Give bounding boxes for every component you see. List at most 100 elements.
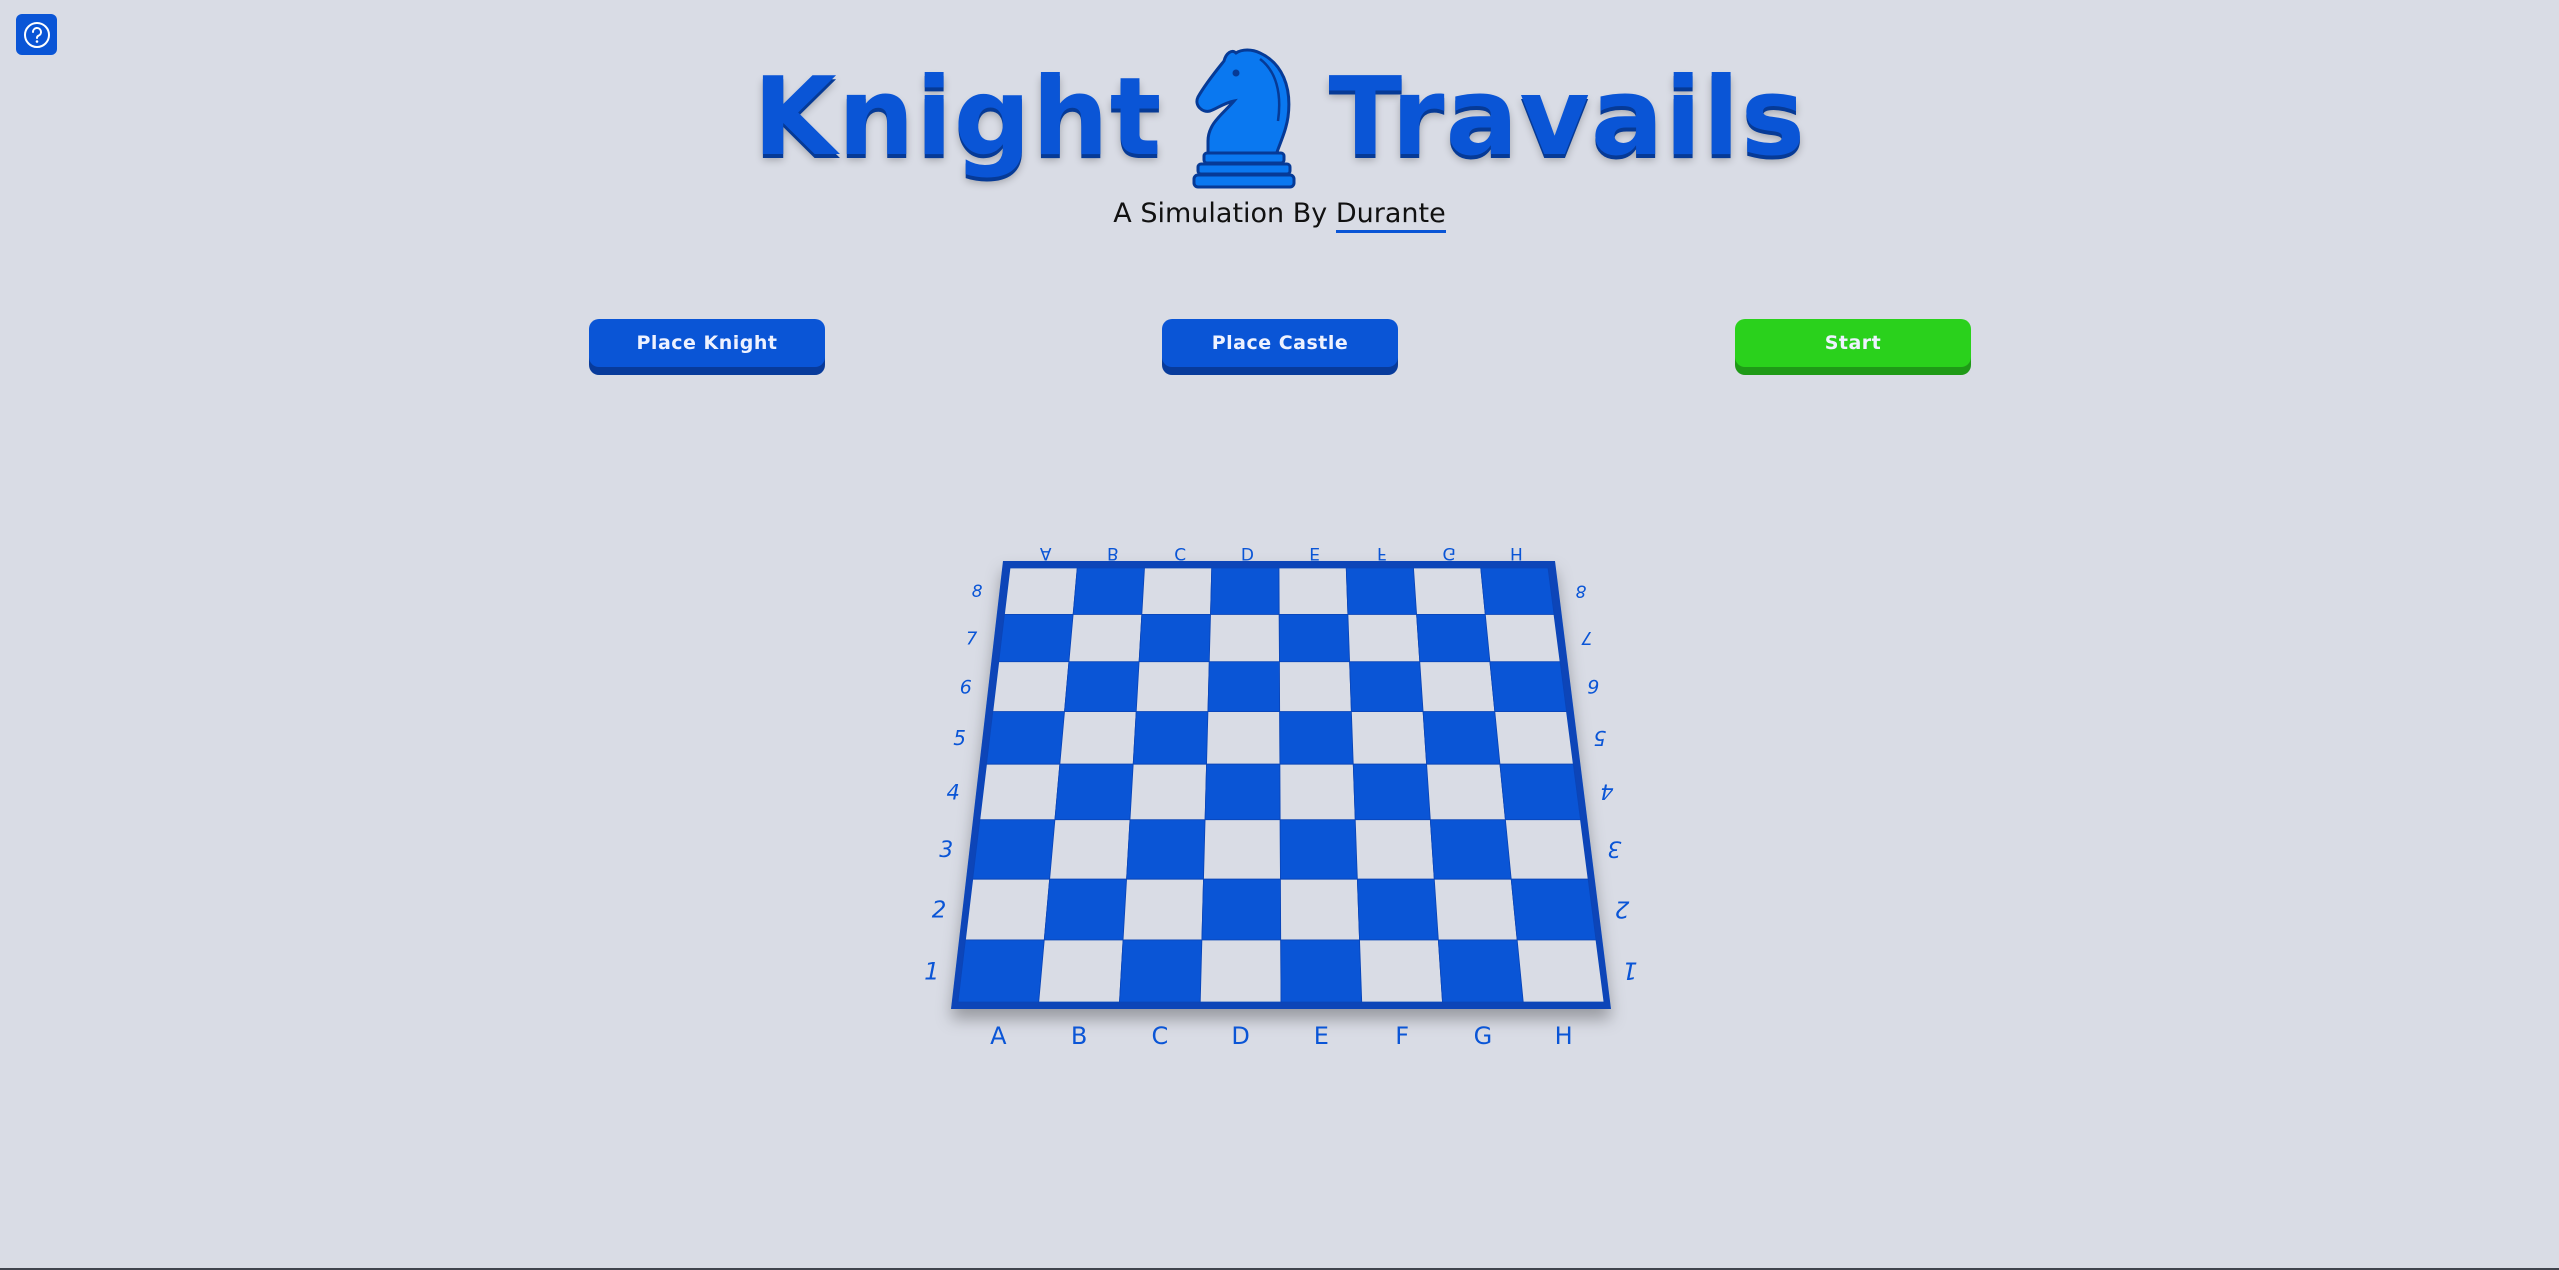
square-b4[interactable] bbox=[1054, 763, 1134, 821]
square-b7[interactable] bbox=[1068, 614, 1143, 663]
square-f8[interactable] bbox=[1345, 567, 1418, 615]
square-f4[interactable] bbox=[1352, 763, 1431, 821]
square-g6[interactable] bbox=[1419, 661, 1496, 713]
square-a4[interactable] bbox=[979, 763, 1061, 821]
square-g2[interactable] bbox=[1433, 878, 1518, 941]
square-f3[interactable] bbox=[1354, 819, 1435, 880]
square-f6[interactable] bbox=[1349, 661, 1424, 713]
title-knight: Knight bbox=[753, 55, 1163, 180]
square-d4[interactable] bbox=[1204, 763, 1281, 821]
square-c5[interactable] bbox=[1132, 711, 1209, 765]
square-g1[interactable] bbox=[1437, 939, 1524, 1003]
square-d6[interactable] bbox=[1207, 661, 1281, 713]
square-a8[interactable] bbox=[1003, 567, 1078, 615]
square-h7[interactable] bbox=[1484, 614, 1561, 663]
square-e5[interactable] bbox=[1279, 711, 1354, 765]
square-d7[interactable] bbox=[1208, 614, 1280, 663]
file-label-top-e: E bbox=[1309, 543, 1320, 563]
square-h8[interactable] bbox=[1480, 567, 1555, 615]
subtitle-prefix: A Simulation By bbox=[1113, 198, 1336, 229]
knight-chess-piece-icon bbox=[1192, 48, 1296, 189]
file-label-bottom-g: G bbox=[1474, 1022, 1493, 1050]
square-e4[interactable] bbox=[1279, 763, 1356, 821]
square-c3[interactable] bbox=[1126, 819, 1206, 880]
square-f7[interactable] bbox=[1347, 614, 1421, 663]
rank-label-right-2: 2 bbox=[1615, 896, 1630, 922]
file-label-bottom-a: A bbox=[990, 1022, 1007, 1050]
file-label-top-d: D bbox=[1241, 543, 1254, 563]
square-g4[interactable] bbox=[1426, 763, 1506, 821]
author-link[interactable]: Durante bbox=[1335, 198, 1446, 233]
rank-label-left-1: 1 bbox=[924, 957, 939, 985]
file-label-top-b: B bbox=[1107, 543, 1119, 563]
rank-label-right-5: 5 bbox=[1594, 726, 1607, 750]
square-h1[interactable] bbox=[1516, 939, 1605, 1003]
square-b2[interactable] bbox=[1043, 878, 1127, 941]
square-a2[interactable] bbox=[964, 878, 1051, 941]
file-label-bottom-d: D bbox=[1231, 1022, 1249, 1050]
square-e1[interactable] bbox=[1280, 939, 1363, 1003]
file-label-bottom-e: E bbox=[1314, 1022, 1329, 1050]
square-h3[interactable] bbox=[1504, 819, 1589, 880]
start-button[interactable]: Start bbox=[1735, 319, 1971, 367]
file-label-top-a: A bbox=[1040, 543, 1052, 563]
square-g5[interactable] bbox=[1422, 711, 1501, 765]
square-d3[interactable] bbox=[1203, 819, 1281, 880]
square-e2[interactable] bbox=[1280, 878, 1360, 941]
rank-label-right-8: 8 bbox=[1575, 580, 1586, 600]
rank-label-left-5: 5 bbox=[953, 726, 966, 750]
rank-label-left-2: 2 bbox=[932, 898, 947, 924]
square-e8[interactable] bbox=[1278, 567, 1349, 615]
rank-label-right-3: 3 bbox=[1607, 836, 1621, 861]
square-f2[interactable] bbox=[1356, 878, 1439, 941]
square-c7[interactable] bbox=[1138, 614, 1211, 663]
square-a7[interactable] bbox=[998, 614, 1074, 663]
square-e7[interactable] bbox=[1278, 614, 1351, 663]
square-b1[interactable] bbox=[1038, 939, 1124, 1003]
square-g7[interactable] bbox=[1416, 614, 1491, 663]
rank-label-right-7: 7 bbox=[1581, 627, 1593, 648]
square-d8[interactable] bbox=[1210, 567, 1280, 615]
square-e6[interactable] bbox=[1279, 661, 1352, 713]
square-e3[interactable] bbox=[1279, 819, 1358, 880]
square-b5[interactable] bbox=[1059, 711, 1137, 765]
square-c1[interactable] bbox=[1119, 939, 1203, 1003]
subtitle: A Simulation By Durante bbox=[0, 198, 2559, 233]
rank-label-left-7: 7 bbox=[966, 628, 978, 649]
title-travails: Travails bbox=[1328, 55, 1806, 180]
square-g8[interactable] bbox=[1413, 567, 1486, 615]
file-label-bottom-c: C bbox=[1151, 1022, 1168, 1050]
place-castle-button[interactable]: Place Castle bbox=[1162, 319, 1398, 367]
square-a5[interactable] bbox=[986, 711, 1065, 765]
page-title: Knight Travails bbox=[0, 38, 2559, 198]
square-d5[interactable] bbox=[1206, 711, 1281, 765]
rank-label-right-4: 4 bbox=[1600, 780, 1613, 804]
square-h6[interactable] bbox=[1489, 661, 1567, 713]
square-f5[interactable] bbox=[1350, 711, 1428, 765]
square-b8[interactable] bbox=[1072, 567, 1145, 615]
square-c2[interactable] bbox=[1122, 878, 1204, 941]
square-g3[interactable] bbox=[1429, 819, 1512, 880]
square-c8[interactable] bbox=[1141, 567, 1213, 615]
square-h5[interactable] bbox=[1494, 711, 1574, 765]
square-f1[interactable] bbox=[1359, 939, 1443, 1003]
square-a6[interactable] bbox=[992, 661, 1070, 713]
file-label-bottom-f: F bbox=[1395, 1022, 1409, 1050]
square-a3[interactable] bbox=[972, 819, 1056, 880]
rank-label-left-3: 3 bbox=[939, 838, 953, 863]
rank-label-left-8: 8 bbox=[972, 582, 983, 602]
square-c4[interactable] bbox=[1129, 763, 1207, 821]
square-a1[interactable] bbox=[957, 939, 1045, 1003]
file-label-top-f: F bbox=[1377, 543, 1387, 563]
rank-label-left-6: 6 bbox=[960, 676, 972, 698]
rank-label-left-4: 4 bbox=[946, 780, 959, 804]
square-d2[interactable] bbox=[1201, 878, 1282, 941]
square-b3[interactable] bbox=[1049, 819, 1131, 880]
place-knight-button[interactable]: Place Knight bbox=[589, 319, 825, 367]
square-h4[interactable] bbox=[1499, 763, 1581, 821]
square-d1[interactable] bbox=[1199, 939, 1282, 1003]
square-h2[interactable] bbox=[1510, 878, 1597, 941]
square-b6[interactable] bbox=[1064, 661, 1140, 713]
file-label-top-h: H bbox=[1510, 543, 1523, 563]
square-c6[interactable] bbox=[1135, 661, 1210, 713]
